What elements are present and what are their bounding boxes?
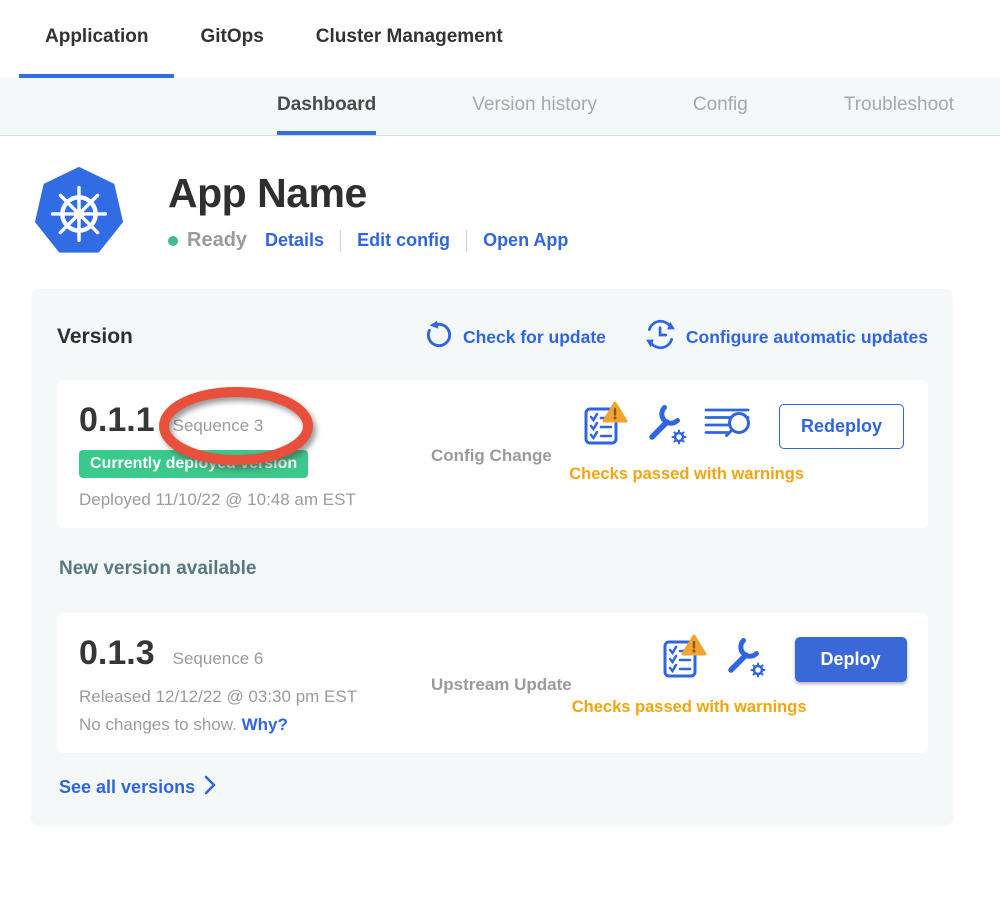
deployed-timestamp: Deployed 11/10/22 @ 10:48 am EST: [79, 490, 431, 510]
see-all-versions-link[interactable]: See all versions: [59, 775, 216, 800]
configure-automatic-updates-label: Configure automatic updates: [686, 327, 928, 348]
status-badge: Ready: [187, 229, 247, 252]
current-version-card: 0.1.1 Sequence 3 Currently deployed vers…: [57, 380, 928, 528]
auto-update-clock-icon: [644, 318, 677, 356]
view-diff-icon[interactable]: [704, 405, 752, 448]
app-header: App Name Ready Details Edit config Open …: [35, 166, 1000, 263]
available-version-source-label: Upstream Update: [431, 675, 572, 695]
kubernetes-logo-icon: [35, 166, 123, 263]
available-version-sequence: Sequence 6: [173, 649, 264, 669]
available-version-card: 0.1.3 Sequence 6 Released 12/12/22 @ 03:…: [57, 613, 928, 753]
refresh-icon: [424, 320, 454, 355]
tab-application[interactable]: Application: [19, 0, 174, 78]
available-checks-status: Checks passed with warnings: [572, 698, 907, 717]
tab-config[interactable]: Config: [693, 78, 748, 135]
no-changes-text: No changes to show.: [79, 715, 237, 734]
preflight-checks-warning-icon[interactable]: [582, 401, 628, 452]
tab-dashboard[interactable]: Dashboard: [277, 78, 376, 135]
version-panel: Version Check for update: [31, 289, 953, 826]
see-all-versions-label: See all versions: [59, 777, 195, 798]
open-app-link[interactable]: Open App: [483, 230, 568, 251]
released-timestamp: Released 12/12/22 @ 03:30 pm EST: [79, 687, 431, 707]
current-version-number: 0.1.1: [79, 401, 155, 440]
status-dot-icon: [168, 236, 178, 246]
tab-troubleshoot[interactable]: Troubleshoot: [844, 78, 954, 135]
page-title: App Name: [168, 170, 568, 217]
edit-config-link[interactable]: Edit config: [357, 230, 450, 251]
sub-nav: Dashboard Version history Config Trouble…: [0, 78, 1000, 136]
tab-version-history[interactable]: Version history: [472, 78, 597, 135]
divider: [466, 230, 467, 252]
top-nav: Application GitOps Cluster Management: [0, 0, 1000, 78]
configure-automatic-updates-button[interactable]: Configure automatic updates: [644, 318, 928, 356]
redeploy-button[interactable]: Redeploy: [779, 404, 904, 449]
current-checks-status: Checks passed with warnings: [569, 465, 904, 484]
tab-cluster-management[interactable]: Cluster Management: [290, 0, 529, 78]
check-for-update-label: Check for update: [463, 327, 606, 348]
tab-gitops[interactable]: GitOps: [174, 0, 289, 78]
why-link[interactable]: Why?: [242, 715, 288, 734]
check-for-update-button[interactable]: Check for update: [424, 320, 606, 355]
available-version-number: 0.1.3: [79, 634, 155, 673]
version-panel-title: Version: [57, 325, 133, 349]
config-wrench-icon[interactable]: [722, 634, 768, 685]
currently-deployed-badge: Currently deployed version: [79, 450, 308, 478]
config-wrench-icon[interactable]: [643, 401, 689, 452]
details-link[interactable]: Details: [265, 230, 324, 251]
preflight-checks-warning-icon[interactable]: [661, 634, 707, 685]
deploy-button[interactable]: Deploy: [795, 637, 907, 682]
new-version-heading: New version available: [59, 558, 928, 580]
current-version-sequence: Sequence 3: [173, 416, 264, 436]
divider: [340, 230, 341, 252]
chevron-right-icon: [204, 775, 216, 800]
current-version-source-label: Config Change: [431, 446, 552, 466]
